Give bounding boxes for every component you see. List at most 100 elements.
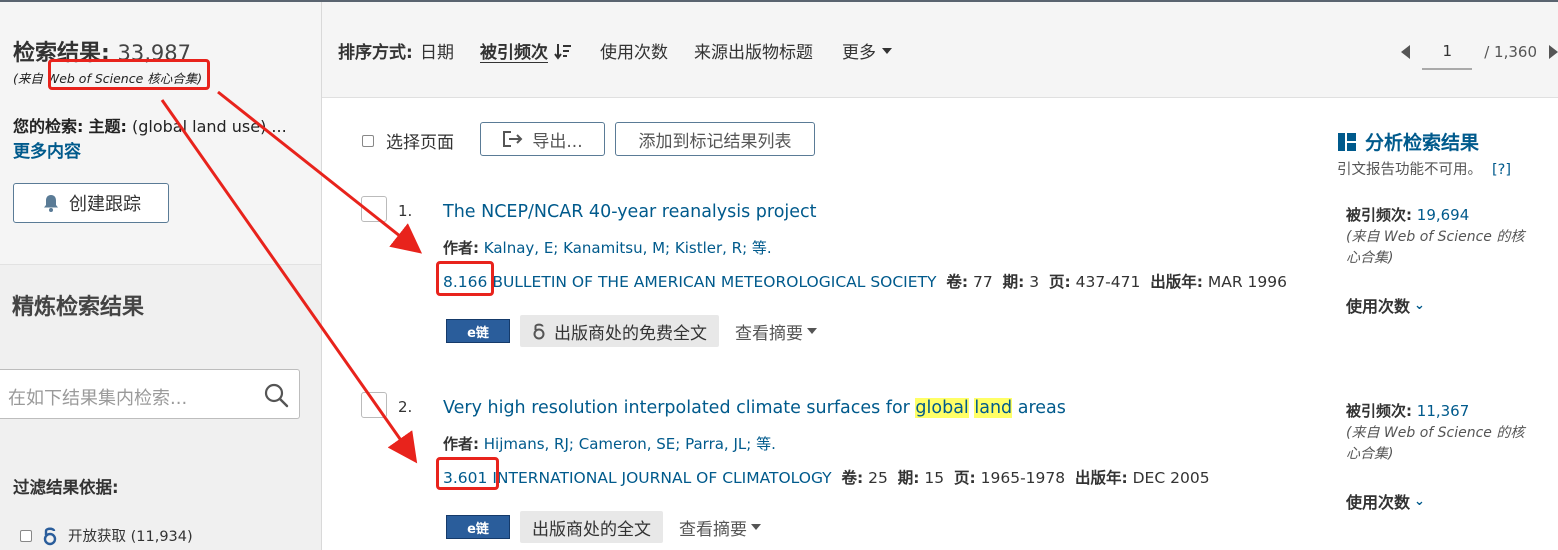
pages-label: 页: bbox=[953, 469, 976, 487]
record-2-issue: 15 bbox=[924, 469, 945, 487]
volume-label: 卷: bbox=[946, 273, 969, 291]
chevron-down-icon bbox=[882, 47, 892, 54]
record-1-pages: 437-471 bbox=[1075, 273, 1141, 291]
record-2-authors: 作者: Hijmans, RJ; Cameron, SE; Parra, JL;… bbox=[443, 433, 776, 454]
export-icon bbox=[503, 131, 523, 147]
sort-date[interactable]: 日期 bbox=[420, 38, 454, 63]
authors-label: 作者: bbox=[443, 435, 479, 453]
annotation-box-impact-1 bbox=[436, 261, 494, 296]
sort-times-cited[interactable]: 被引频次 bbox=[480, 38, 572, 63]
next-page-icon[interactable] bbox=[1549, 45, 1558, 59]
title-text: areas bbox=[1012, 398, 1066, 418]
sort-more[interactable]: 更多 bbox=[842, 38, 892, 63]
citation-note-text: 引文报告功能不可用。 bbox=[1337, 162, 1482, 178]
issue-label: 期: bbox=[897, 469, 920, 487]
record-1-volume: 77 bbox=[972, 273, 993, 291]
times-cited-label: 被引频次: bbox=[1346, 206, 1412, 224]
search-icon[interactable] bbox=[263, 382, 289, 408]
analyze-results-link[interactable]: 分析检索结果 bbox=[1337, 128, 1479, 155]
record-2-year: DEC 2005 bbox=[1132, 469, 1210, 487]
record-1-fulltext-button[interactable]: 出版商处的免费全文 bbox=[520, 315, 719, 347]
filter-open-access[interactable]: 开放获取 (11,934) bbox=[20, 525, 193, 546]
help-link[interactable]: [?] bbox=[1492, 162, 1511, 178]
annotation-box-source bbox=[48, 59, 210, 90]
record-1-cited-count[interactable]: 19,694 bbox=[1417, 206, 1470, 224]
refine-panel: 精炼检索结果 在如下结果集内检索... bbox=[0, 264, 321, 450]
title-highlight: land bbox=[974, 398, 1013, 418]
fulltext-label: 出版商处的全文 bbox=[532, 519, 651, 540]
sort-label: 排序方式: bbox=[338, 43, 413, 63]
select-page-checkbox[interactable] bbox=[362, 134, 374, 147]
record-2-cited-count[interactable]: 11,367 bbox=[1417, 402, 1470, 420]
sort-times-cited-label: 被引频次 bbox=[480, 43, 548, 63]
analyze-label: 分析检索结果 bbox=[1365, 132, 1480, 154]
fulltext-label: 出版商处的免费全文 bbox=[554, 323, 707, 344]
record-1-number: 1. bbox=[398, 202, 413, 220]
record-1-issue: 3 bbox=[1029, 273, 1040, 291]
create-alert-label: 创建跟踪 bbox=[69, 194, 141, 215]
page-total: / 1,360 bbox=[1484, 43, 1537, 61]
record-1-elink-button[interactable]: e链 bbox=[446, 319, 510, 343]
view-abstract-label: 查看摘要 bbox=[735, 323, 803, 344]
record-2-links: e链 出版商处的全文 查看摘要 bbox=[446, 511, 761, 543]
record-1-author-list[interactable]: Kalnay, E; Kanamitsu, M; Kistler, R; 等. bbox=[484, 239, 772, 257]
chevron-down-icon bbox=[751, 524, 761, 530]
sort-desc-icon bbox=[554, 43, 571, 60]
add-to-marked-list-button[interactable]: 添加到标记结果列表 bbox=[615, 122, 815, 156]
year-label: 出版年: bbox=[1150, 273, 1203, 291]
record-1-checkbox[interactable] bbox=[361, 196, 387, 222]
sort-usage[interactable]: 使用次数 bbox=[600, 38, 668, 63]
record-1-year: MAR 1996 bbox=[1207, 273, 1287, 291]
open-access-checkbox[interactable] bbox=[20, 529, 32, 542]
record-2-cited-source: (来自 Web of Science 的核心合集) bbox=[1346, 425, 1525, 462]
refine-search-placeholder: 在如下结果集内检索... bbox=[8, 388, 188, 409]
issue-label: 期: bbox=[1002, 273, 1025, 291]
your-search-label: 您的检索: bbox=[13, 117, 84, 136]
search-summary: 检索结果: 33,987 (来自 Web of Science 核心合集) 您的… bbox=[0, 2, 321, 264]
open-access-icon bbox=[533, 323, 545, 340]
record-2-journal[interactable]: INTERNATIONAL JOURNAL OF CLIMATOLOGY bbox=[492, 469, 831, 487]
record-1-journal[interactable]: BULLETIN OF THE AMERICAN METEOROLOGICAL … bbox=[492, 273, 936, 291]
record-2-fulltext-button[interactable]: 出版商处的全文 bbox=[520, 511, 663, 543]
filter-title: 过滤结果依据: bbox=[13, 478, 119, 497]
create-alert-button[interactable]: 创建跟踪 bbox=[13, 183, 169, 223]
record-2-usage[interactable]: 使用次数 ⌄ bbox=[1346, 489, 1425, 513]
export-button[interactable]: 导出... bbox=[480, 122, 605, 156]
times-cited-label: 被引频次: bbox=[1346, 402, 1412, 420]
record-1-links: e链 出版商处的免费全文 查看摘要 bbox=[446, 315, 817, 347]
title-text: Very high resolution interpolated climat… bbox=[443, 398, 916, 418]
record-2-author-list[interactable]: Hijmans, RJ; Cameron, SE; Parra, JL; 等. bbox=[484, 435, 776, 453]
sort-source-title[interactable]: 来源出版物标题 bbox=[694, 38, 813, 63]
record-2-number: 2. bbox=[398, 398, 413, 416]
chevron-down-icon: ⌄ bbox=[1414, 297, 1425, 313]
record-2-times-cited: 被引频次: 11,367 bbox=[1346, 400, 1469, 421]
your-search: 您的检索: 主题: (global land use) ... bbox=[13, 113, 287, 137]
chevron-down-icon: ⌄ bbox=[1414, 493, 1425, 509]
topic-value: (global land use) ... bbox=[132, 117, 287, 136]
sort-more-label: 更多 bbox=[842, 43, 876, 63]
year-label: 出版年: bbox=[1074, 469, 1128, 487]
prev-page-icon[interactable] bbox=[1401, 45, 1411, 59]
record-1-usage[interactable]: 使用次数 ⌄ bbox=[1346, 293, 1425, 317]
elink-label: e链 bbox=[467, 325, 489, 341]
volume-label: 卷: bbox=[841, 469, 864, 487]
record-2-elink-button[interactable]: e链 bbox=[446, 515, 510, 539]
page-input[interactable]: 1 bbox=[1422, 34, 1473, 70]
record-2-view-abstract[interactable]: 查看摘要 bbox=[679, 515, 761, 540]
more-content-link[interactable]: 更多内容 bbox=[13, 137, 81, 162]
record-1-title[interactable]: The NCEP/NCAR 40-year reanalysis project bbox=[443, 202, 817, 222]
record-2-source: 3.601 INTERNATIONAL JOURNAL OF CLIMATOLO… bbox=[443, 466, 1210, 488]
title-highlight: global bbox=[915, 398, 969, 418]
bell-icon bbox=[44, 195, 58, 212]
sort-bar: 排序方式: 日期 被引频次 使用次数 来源出版物标题 更多 1 / 1,360 bbox=[322, 2, 1558, 98]
record-1-times-cited: 被引频次: 19,694 bbox=[1346, 204, 1469, 225]
record-2-checkbox[interactable] bbox=[361, 392, 387, 418]
record-1-view-abstract[interactable]: 查看摘要 bbox=[735, 319, 817, 344]
select-page-label: 选择页面 bbox=[386, 133, 454, 153]
refine-search-input[interactable]: 在如下结果集内检索... bbox=[0, 369, 300, 419]
record-2-volume: 25 bbox=[868, 469, 888, 487]
usage-label: 使用次数 bbox=[1346, 297, 1411, 316]
select-page[interactable]: 选择页面 bbox=[362, 128, 454, 153]
filter-panel: 过滤结果依据: 开放获取 (11,934) bbox=[0, 450, 321, 550]
record-2-title[interactable]: Very high resolution interpolated climat… bbox=[443, 398, 1066, 418]
